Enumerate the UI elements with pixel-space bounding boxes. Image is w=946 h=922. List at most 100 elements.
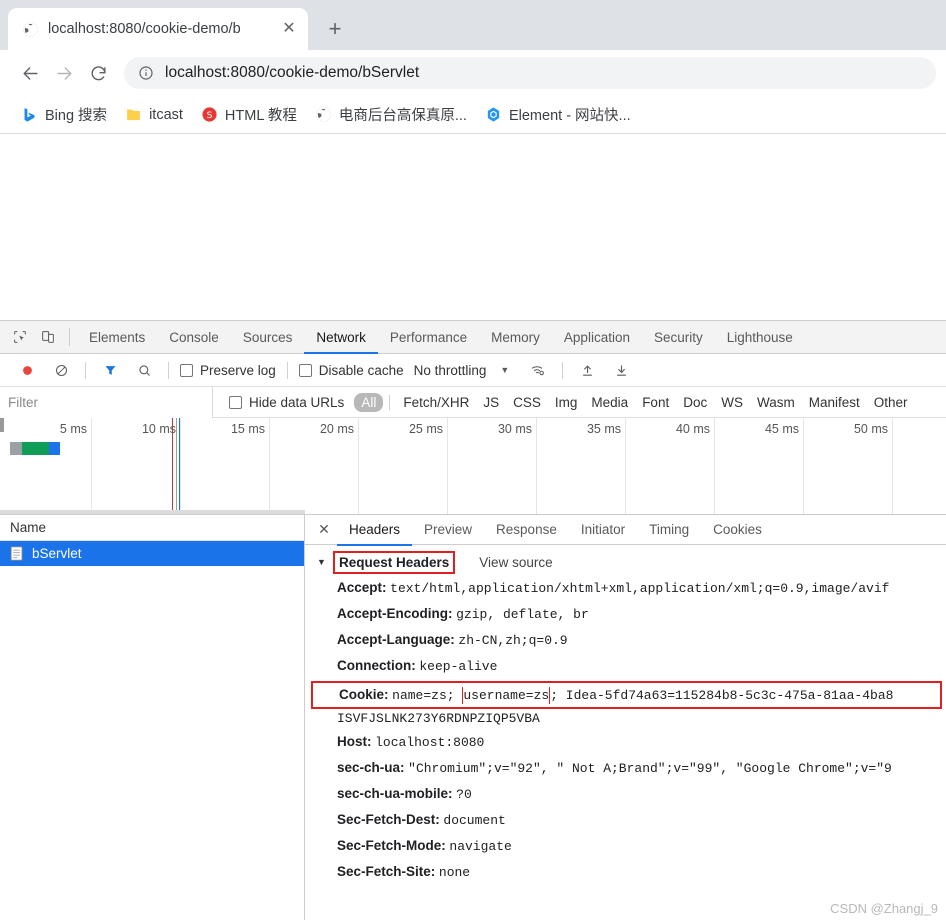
load-event-marker-2: [179, 418, 180, 514]
header-value: "Chromium";v="92", " Not A;Brand";v="99"…: [408, 761, 892, 776]
filter-type-all[interactable]: All: [354, 393, 383, 412]
filter-type-other[interactable]: Other: [867, 393, 915, 412]
bing-icon: [21, 106, 38, 123]
devtools-tab-application[interactable]: Application: [552, 322, 642, 354]
header-row-host: Host: localhost:8080: [305, 729, 946, 755]
preserve-log-checkbox[interactable]: Preserve log: [176, 363, 280, 378]
search-icon[interactable]: [127, 363, 161, 378]
filter-type-font[interactable]: Font: [635, 393, 676, 412]
chevron-down-icon[interactable]: ▼: [486, 365, 521, 375]
info-circle-icon[interactable]: [138, 65, 154, 81]
table-row[interactable]: bServlet: [0, 541, 304, 566]
bookmarks-bar: Bing 搜索 itcast S HTML 教程 电商后台高保真原... Ele…: [0, 96, 946, 134]
devtools-tab-elements[interactable]: Elements: [77, 322, 157, 354]
filter-type-fetch-xhr[interactable]: Fetch/XHR: [396, 393, 476, 412]
header-name: Host:: [337, 734, 372, 749]
forward-button[interactable]: [48, 57, 80, 89]
header-value: localhost:8080: [375, 735, 484, 750]
header-name: Accept:: [337, 580, 387, 595]
header-value: ?0: [456, 787, 472, 802]
divider: [168, 362, 169, 379]
filter-type-img[interactable]: Img: [548, 393, 585, 412]
close-icon[interactable]: ✕: [278, 18, 300, 40]
reload-button[interactable]: [82, 57, 114, 89]
bookmark-html-tutorial[interactable]: S HTML 教程: [192, 100, 306, 129]
filter-type-wasm[interactable]: Wasm: [750, 393, 802, 412]
devtools-tab-network[interactable]: Network: [304, 322, 378, 354]
bookmark-label: HTML 教程: [225, 104, 297, 125]
bookmark-element[interactable]: Element - 网站快...: [476, 100, 640, 129]
request-list-panel: Name bServlet: [0, 515, 305, 920]
preserve-log-label: Preserve log: [200, 363, 276, 378]
address-bar[interactable]: localhost:8080/cookie-demo/bServlet: [124, 57, 936, 89]
bookmark-bing[interactable]: Bing 搜索: [12, 100, 116, 129]
devtools-tab-memory[interactable]: Memory: [479, 322, 552, 354]
timeline-tick-label: 45 ms: [765, 422, 799, 436]
bookmark-ecommerce[interactable]: 电商后台高保真原...: [306, 100, 476, 129]
throttling-select[interactable]: No throttling: [408, 363, 487, 378]
filter-type-css[interactable]: CSS: [506, 393, 548, 412]
details-tab-cookies[interactable]: Cookies: [701, 516, 774, 546]
hide-data-urls-checkbox[interactable]: Hide data URLs: [213, 395, 354, 410]
timeline-tick-label: 50 ms: [854, 422, 888, 436]
new-tab-button[interactable]: +: [318, 12, 352, 46]
details-tab-preview[interactable]: Preview: [412, 516, 484, 546]
page-viewport: [0, 134, 946, 320]
export-har-icon[interactable]: [604, 363, 638, 378]
request-list-column-name[interactable]: Name: [0, 515, 304, 541]
devtools-tab-performance[interactable]: Performance: [378, 322, 479, 354]
details-tab-timing[interactable]: Timing: [637, 516, 701, 546]
device-toolbar-icon[interactable]: [34, 321, 62, 353]
import-har-icon[interactable]: [570, 363, 604, 378]
cookie-value-part-1: name=zs;: [392, 688, 462, 703]
bookmark-label: itcast: [149, 107, 183, 123]
filter-type-js[interactable]: JS: [476, 393, 506, 412]
checkbox-box[interactable]: [180, 364, 193, 377]
header-value: gzip, deflate, br: [456, 607, 589, 622]
header-name: Accept-Encoding:: [337, 606, 453, 621]
clear-network-icon[interactable]: [44, 363, 78, 378]
network-overview[interactable]: 5 ms 10 ms 15 ms 20 ms 25 ms 30 ms 35 ms…: [0, 418, 946, 515]
checkbox-box[interactable]: [299, 364, 312, 377]
checkbox-box[interactable]: [229, 396, 242, 409]
triangle-down-icon[interactable]: ▼: [317, 557, 331, 567]
filter-type-doc[interactable]: Doc: [676, 393, 714, 412]
filter-funnel-icon[interactable]: [93, 363, 127, 378]
overview-scrollbar[interactable]: [0, 510, 305, 514]
details-tab-headers[interactable]: Headers: [337, 516, 412, 546]
devtools-tab-lighthouse[interactable]: Lighthouse: [715, 322, 805, 354]
timeline-tick-label: 40 ms: [676, 422, 710, 436]
devtools-tab-sources[interactable]: Sources: [231, 322, 305, 354]
header-name: Sec-Fetch-Dest:: [337, 812, 440, 827]
bookmark-label: 电商后台高保真原...: [339, 104, 467, 125]
document-icon: [10, 546, 24, 561]
header-row-sec-ch-ua-mobile: sec-ch-ua-mobile: ?0: [305, 781, 946, 807]
record-button-icon[interactable]: [10, 363, 44, 378]
request-name: bServlet: [32, 546, 82, 561]
details-tab-initiator[interactable]: Initiator: [569, 516, 637, 546]
filter-input[interactable]: [0, 387, 213, 418]
bookmark-itcast[interactable]: itcast: [116, 102, 192, 127]
watermark: CSDN @Zhangj_9: [830, 901, 938, 916]
back-button[interactable]: [14, 57, 46, 89]
filter-type-manifest[interactable]: Manifest: [802, 393, 867, 412]
inspect-element-icon[interactable]: [6, 321, 34, 353]
browser-tab[interactable]: localhost:8080/cookie-demo/b ✕: [8, 8, 308, 50]
devtools-tab-security[interactable]: Security: [642, 322, 715, 354]
filter-type-media[interactable]: Media: [584, 393, 635, 412]
network-conditions-icon[interactable]: [521, 362, 555, 378]
header-name: Connection:: [337, 658, 416, 673]
request-headers-section-header[interactable]: ▼ Request Headers View source: [305, 549, 946, 575]
header-value: keep-alive: [419, 659, 497, 674]
close-icon[interactable]: ✕: [311, 521, 337, 538]
devtools-tab-console[interactable]: Console: [157, 322, 231, 354]
filter-type-ws[interactable]: WS: [714, 393, 750, 412]
header-name: Cookie:: [339, 687, 389, 702]
view-source-link[interactable]: View source: [479, 555, 552, 570]
dom-content-loaded-marker: [172, 418, 173, 514]
disable-cache-checkbox[interactable]: Disable cache: [295, 363, 408, 378]
details-tab-response[interactable]: Response: [484, 516, 569, 546]
divider: [85, 362, 86, 379]
divider: [69, 328, 70, 346]
folder-icon: [125, 106, 142, 123]
